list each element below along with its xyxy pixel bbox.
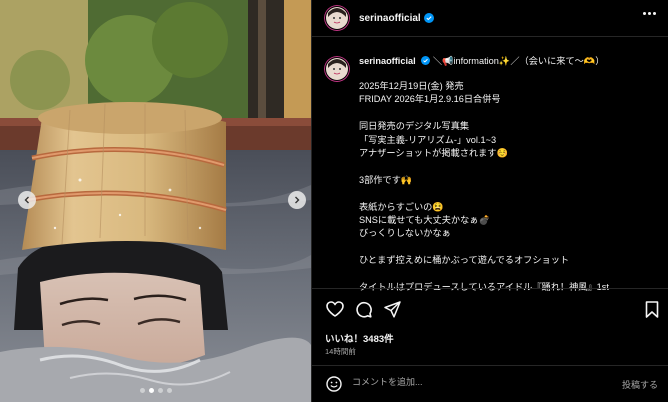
comment-bar: 投稿する — [312, 365, 668, 402]
caption-headline: ＼📢information✨／（会いに来て〜🫶） — [432, 56, 605, 66]
bookmark-icon[interactable] — [645, 301, 659, 322]
carousel-prev-button[interactable] — [18, 191, 36, 209]
caption-line: SNSに載せても大丈夫かなぁ💣 — [359, 214, 490, 225]
caption-line: びっくりしないかなぁ — [359, 228, 451, 239]
post-caption: serinaofficial ＼📢information✨／（会いに来て〜🫶） … — [324, 55, 664, 292]
verified-badge-icon — [423, 13, 434, 23]
avatar[interactable] — [324, 5, 350, 31]
carousel-dot — [157, 388, 163, 393]
comment-icon[interactable] — [355, 301, 372, 322]
caption-line: 「写実主義-リアリズム-」vol.1~3 — [359, 134, 497, 145]
caption-line: アナザーショットが掲載されます☺️ — [359, 147, 508, 158]
post-timestamp[interactable]: 14時間前 — [325, 346, 356, 357]
heart-icon[interactable] — [326, 301, 344, 321]
carousel-dot — [139, 388, 145, 393]
caption-line: 表紙からすごいの😫 — [359, 201, 444, 212]
verified-badge-icon — [421, 56, 431, 65]
caption-line — [359, 107, 609, 120]
carousel-next-button[interactable] — [288, 191, 306, 209]
caption-line: 3部作です🙌 — [359, 174, 413, 185]
caption-line — [359, 241, 609, 254]
post-media[interactable] — [0, 0, 311, 402]
post-actions — [312, 288, 668, 328]
chevron-right-icon — [295, 196, 300, 204]
carousel-dot-active — [148, 388, 154, 393]
post-header: serinaofficial — [312, 0, 668, 37]
carousel-dot — [166, 388, 172, 393]
carousel-indicator — [0, 388, 311, 393]
emoji-icon[interactable] — [326, 376, 342, 396]
caption-line — [359, 187, 609, 200]
avatar[interactable] — [324, 56, 350, 82]
caption-line — [359, 267, 609, 280]
chevron-left-icon — [24, 196, 29, 204]
caption-first-line: serinaofficial ＼📢information✨／（会いに来て〜🫶） — [359, 55, 609, 80]
caption-line: FRIDAY 2026年1月2.9.16日合併号 — [359, 94, 501, 105]
caption-line — [359, 160, 609, 173]
more-options-icon[interactable] — [643, 12, 656, 15]
caption-line: 同日発売のデジタル写真集 — [359, 121, 470, 132]
like-count[interactable]: いいね！3483件 — [325, 331, 394, 345]
caption-line: ひとまず控えめに桶かぶって遊んでるオフショット — [359, 255, 570, 266]
username-link[interactable]: serinaofficial — [359, 13, 421, 24]
comment-input[interactable] — [352, 377, 592, 387]
caption-line: 2025年12月19日(金) 発売 — [359, 81, 464, 91]
caption-username[interactable]: serinaofficial — [359, 56, 416, 66]
post-photo — [0, 0, 311, 402]
post-sidebar: serinaofficial serinaofficial ＼📢informat… — [311, 0, 668, 402]
send-icon[interactable] — [384, 301, 401, 322]
post-comment-button[interactable]: 投稿する — [622, 378, 658, 391]
